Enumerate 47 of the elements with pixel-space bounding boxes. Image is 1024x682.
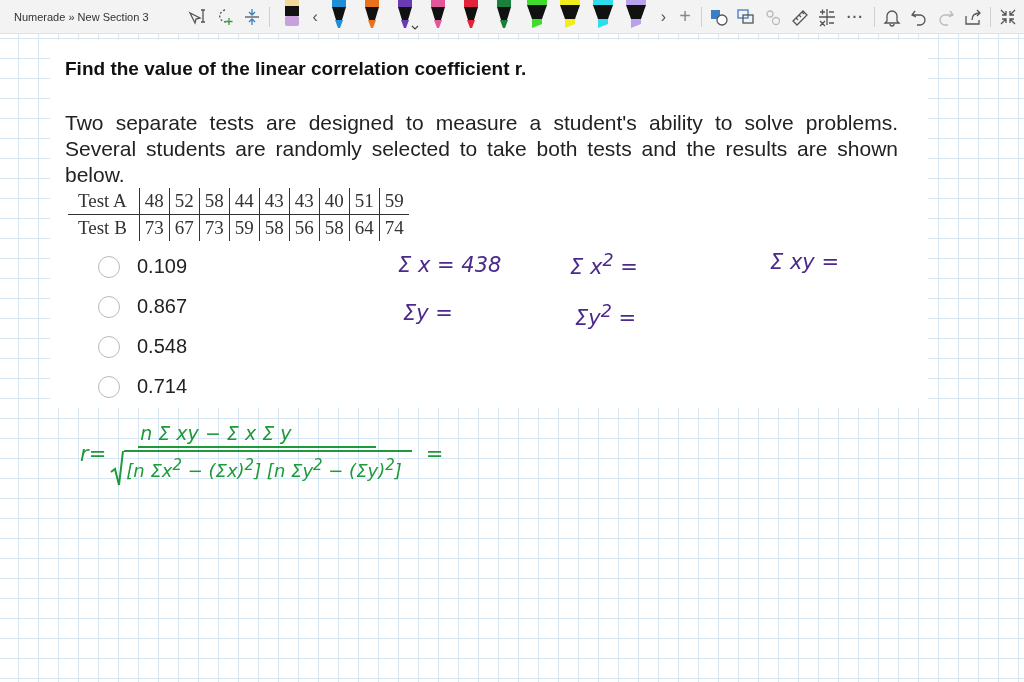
handwritten-note: Σ xy = — [770, 250, 840, 274]
handwritten-note: Σ x$^{2}$ = — [570, 250, 638, 279]
row-header: Test A — [68, 188, 140, 215]
radical-sign-icon — [110, 450, 125, 486]
table-cell: 40 — [319, 188, 350, 215]
math-icon[interactable] — [816, 6, 837, 27]
next-button[interactable]: › — [657, 7, 670, 26]
cursor-icon[interactable] — [187, 6, 208, 27]
table-cell: 58 — [199, 188, 230, 215]
handwritten-formula-lhs: r= — [80, 442, 107, 466]
table-cell: 52 — [169, 188, 200, 215]
row-header: Test B — [68, 214, 140, 241]
more-button[interactable]: ··· — [843, 8, 867, 25]
option-label[interactable]: 0.714 — [137, 375, 188, 398]
option-label[interactable]: 0.109 — [137, 255, 188, 278]
handwritten-note: Σ x = 438 — [398, 253, 502, 277]
question-title: Find the value of the linear correlation coefficient r. — [65, 58, 528, 80]
table-cell: 73 — [139, 214, 170, 241]
ink-to-shape-icon[interactable] — [735, 6, 756, 27]
table-cell: 74 — [379, 214, 409, 241]
radio-button[interactable] — [98, 375, 120, 398]
radio-button[interactable] — [98, 255, 120, 278]
option-label[interactable]: 0.548 — [137, 335, 188, 358]
table-cell: 67 — [169, 214, 200, 241]
table-cell: 59 — [379, 188, 409, 215]
table-cell: 48 — [139, 188, 170, 215]
table-cell: 73 — [199, 214, 230, 241]
handwritten-numerator: n Σ xy − Σ x Σ y — [139, 422, 292, 444]
breadcrumb[interactable]: Numerade » New Section 3 — [14, 10, 149, 23]
handwritten-note: Σy$^{2}$ = — [575, 301, 637, 330]
handwritten-denominator: [n Σx$^{2}$ − (Σx)$^{2}$] [n Σy$^{2}$ − (Σy)$^{2}$] — [124, 450, 412, 481]
handwritten-equals: = — [425, 442, 444, 466]
table-cell: 58 — [319, 214, 350, 241]
option-label[interactable]: 0.867 — [137, 295, 188, 318]
table-cell: 58 — [259, 214, 290, 241]
radio-button[interactable] — [98, 335, 120, 358]
table-cell: 44 — [229, 188, 260, 215]
table-cell: 43 — [289, 188, 320, 215]
table-cell: 51 — [349, 188, 380, 215]
previous-button[interactable]: ‹ — [309, 7, 321, 26]
table-cell: 59 — [229, 214, 260, 241]
question-text: Two separate tests are designed to measure a student's ability to solve problems. Several students are randomly selected to take both tests and the results are shown below. — [65, 110, 898, 188]
table-cell: 64 — [349, 214, 380, 241]
table-cell: 56 — [289, 214, 320, 241]
table-cell: 43 — [259, 188, 290, 215]
radio-button[interactable] — [98, 295, 120, 318]
handwritten-note: Σy = — [403, 301, 453, 325]
